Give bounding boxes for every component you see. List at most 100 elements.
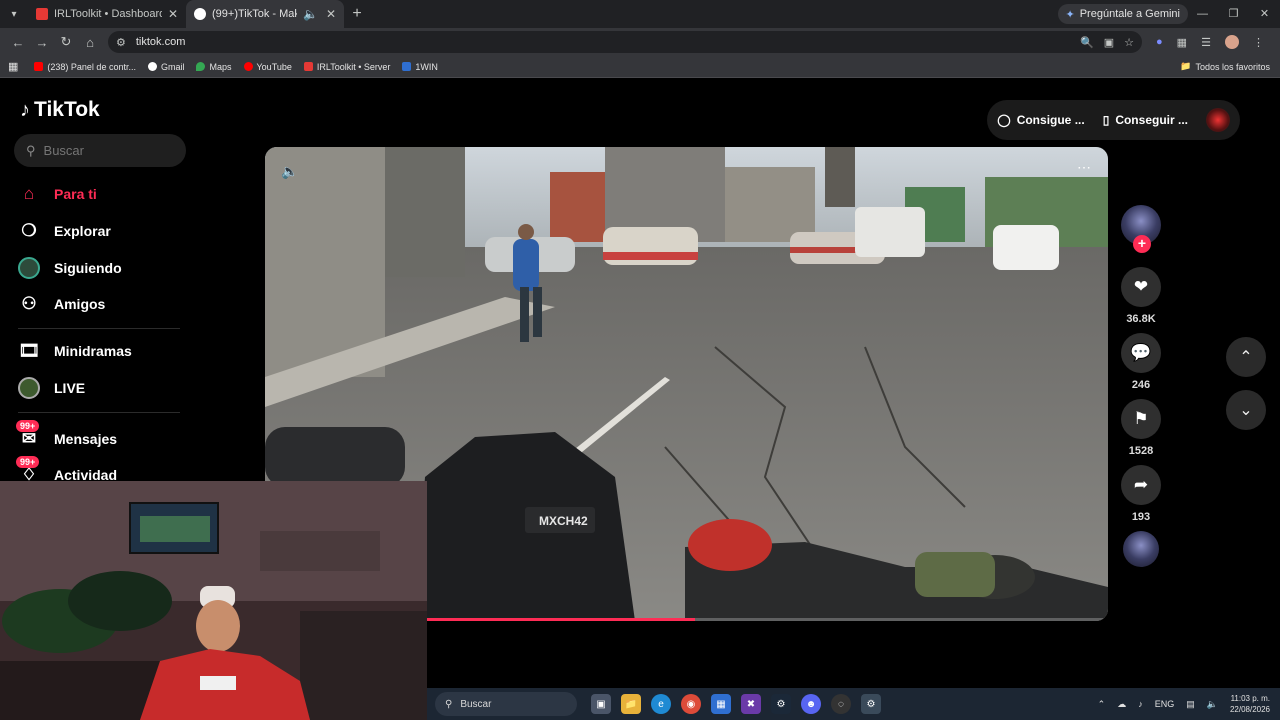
- menu-icon[interactable]: ⋮: [1253, 36, 1264, 49]
- nav-following[interactable]: Siguiendo: [18, 256, 183, 280]
- settings-icon[interactable]: ⚙: [861, 694, 881, 714]
- get-coins-button[interactable]: ◯ Consigue ...: [997, 113, 1084, 127]
- nav-minidramas[interactable]: 🎞 Minidramas: [18, 339, 183, 363]
- minimize-icon[interactable]: —: [1187, 0, 1218, 28]
- webcam-overlay: [0, 481, 427, 720]
- back-icon[interactable]: ←: [6, 35, 30, 50]
- taskbar-search[interactable]: ⚲ Buscar: [435, 692, 577, 716]
- save-button[interactable]: ⚑: [1121, 399, 1161, 439]
- forward-icon[interactable]: →: [30, 35, 54, 50]
- folder-icon: 📁: [1180, 61, 1192, 71]
- chevron-up-icon: ⌃: [1239, 349, 1253, 366]
- tiktok-note-icon: ♪: [20, 98, 30, 121]
- taskbar-search-label: Buscar: [460, 698, 492, 710]
- bookmark-irltoolkit[interactable]: IRLToolkit • Server: [303, 61, 391, 72]
- profile-avatar[interactable]: [1224, 35, 1239, 49]
- microphone-icon[interactable]: ♪: [1138, 699, 1143, 709]
- tab-search-button[interactable]: ▾: [0, 0, 28, 28]
- file-explorer-icon[interactable]: 📁: [621, 694, 641, 714]
- youtube-icon: [34, 62, 44, 71]
- film-icon: 🎞: [18, 341, 40, 360]
- nav-for-you[interactable]: ⌂ Para ti: [18, 182, 183, 206]
- restore-icon[interactable]: ❐: [1218, 0, 1249, 28]
- like-button[interactable]: ❤: [1121, 267, 1161, 307]
- gemini-button[interactable]: ✦ Pregúntale a Gemini: [1057, 4, 1188, 24]
- brand-name: TikTok: [34, 98, 100, 121]
- clock-time: 11:03 p. m.: [1230, 694, 1270, 703]
- volume-icon[interactable]: 🔈: [1207, 699, 1218, 710]
- nav-live[interactable]: LIVE: [18, 376, 183, 400]
- zoom-icon[interactable]: 🔍: [1080, 36, 1094, 49]
- bookmark-panel[interactable]: (238) Panel de contr...: [34, 62, 136, 72]
- discord-icon[interactable]: ☻: [801, 694, 821, 714]
- more-options-icon[interactable]: ⋯: [1077, 159, 1092, 176]
- bookmark-label: 1WIN: [415, 61, 438, 72]
- store-icon[interactable]: ▦: [711, 694, 731, 714]
- system-tray: ⌃ ☁ ♪ ENG ▤ 🔈 11:03 p. m. 22/08/2026: [1098, 693, 1270, 715]
- previous-video-button[interactable]: ⌃: [1226, 337, 1266, 377]
- bookmark-1win[interactable]: 1WIN: [402, 62, 438, 72]
- speaker-icon[interactable]: 🔈: [303, 7, 318, 21]
- chrome-icon[interactable]: ◉: [681, 694, 701, 714]
- follow-plus-icon[interactable]: +: [1133, 235, 1151, 253]
- search-box[interactable]: ⚲: [14, 134, 186, 167]
- onedrive-icon[interactable]: ☁: [1117, 699, 1126, 710]
- volume-icon[interactable]: 🔈: [281, 163, 298, 180]
- close-tab-icon[interactable]: ✕: [168, 7, 178, 21]
- bookmark-gmail[interactable]: Gmail: [147, 61, 185, 72]
- task-view-icon[interactable]: ▣: [591, 694, 611, 714]
- nav-divider: [18, 328, 180, 329]
- tab-tiktok[interactable]: (99+)TikTok - Make Your Da 🔈 ✕: [186, 0, 344, 28]
- nav-label: Mensajes: [54, 431, 118, 447]
- nav-label: Explorar: [54, 223, 111, 239]
- coin-icon: ◯: [997, 113, 1011, 127]
- star-icon[interactable]: ☆: [1124, 36, 1134, 49]
- obs-icon[interactable]: ◌: [831, 694, 851, 714]
- bookmark-label: Gmail: [160, 61, 185, 72]
- user-avatar[interactable]: [1206, 108, 1230, 132]
- home-icon[interactable]: ⌂: [78, 35, 102, 50]
- reload-icon[interactable]: ↻: [54, 34, 78, 50]
- creator-avatar[interactable]: +: [1121, 205, 1161, 253]
- pinned-apps: ▣ 📁 e ◉ ▦ ✖ ⚙ ☻ ◌ ⚙: [591, 694, 881, 714]
- capcut-icon[interactable]: ✖: [741, 694, 761, 714]
- nav-divider: [18, 412, 180, 413]
- friends-icon: ⚇: [21, 294, 37, 313]
- install-app-icon[interactable]: ▣: [1104, 36, 1114, 49]
- apps-icon[interactable]: ▦: [8, 60, 18, 73]
- chevron-down-icon: ▾: [11, 8, 17, 20]
- nav-label: Para ti: [54, 186, 97, 202]
- network-icon[interactable]: ▤: [1186, 699, 1195, 710]
- nav-messages[interactable]: ✉ 99+ Mensajes: [16, 420, 183, 451]
- url-bar[interactable]: ⚙ tiktok.com 🔍 ▣ ☆: [108, 31, 1142, 53]
- messages-badge: 99+: [16, 420, 40, 432]
- all-bookmarks[interactable]: 📁 Todos los favoritos: [1180, 61, 1270, 72]
- share-button[interactable]: ➦: [1121, 465, 1161, 505]
- steam-icon[interactable]: ⚙: [771, 694, 791, 714]
- get-app-button[interactable]: ▯ Conseguir ...: [1103, 113, 1188, 127]
- tab-irltoolkit[interactable]: IRLToolkit • Dashboard ✕: [28, 0, 186, 28]
- chevron-up-icon[interactable]: ⌃: [1098, 699, 1106, 710]
- bookmark-label: IRLToolkit • Server: [316, 61, 391, 72]
- comment-button[interactable]: 💬: [1121, 333, 1161, 373]
- extension-ball-icon[interactable]: ●: [1156, 36, 1163, 48]
- webcam-frame: [0, 481, 427, 720]
- site-info-icon[interactable]: ⚙: [116, 36, 126, 49]
- sound-avatar[interactable]: [1123, 531, 1159, 567]
- bookmark-maps[interactable]: Maps: [196, 62, 232, 72]
- nav-explore[interactable]: ❍ Explorar: [18, 219, 183, 243]
- search-input[interactable]: [43, 143, 164, 158]
- edge-icon[interactable]: e: [651, 694, 671, 714]
- tiktok-logo[interactable]: ♪ TikTok: [20, 98, 100, 122]
- language-indicator[interactable]: ENG: [1155, 699, 1175, 709]
- extensions-icon[interactable]: ▦: [1177, 36, 1187, 49]
- nav-friends[interactable]: ⚇ Amigos: [18, 292, 183, 316]
- close-window-icon[interactable]: ✕: [1249, 0, 1280, 28]
- tiktok-favicon-icon: [194, 8, 206, 20]
- close-tab-icon[interactable]: ✕: [326, 7, 336, 21]
- next-video-button[interactable]: ⌄: [1226, 390, 1266, 430]
- clock[interactable]: 11:03 p. m. 22/08/2026: [1230, 693, 1270, 715]
- new-tab-button[interactable]: +: [344, 5, 370, 23]
- bookmark-youtube[interactable]: YouTube: [243, 62, 292, 72]
- media-icon[interactable]: ☰: [1201, 36, 1211, 49]
